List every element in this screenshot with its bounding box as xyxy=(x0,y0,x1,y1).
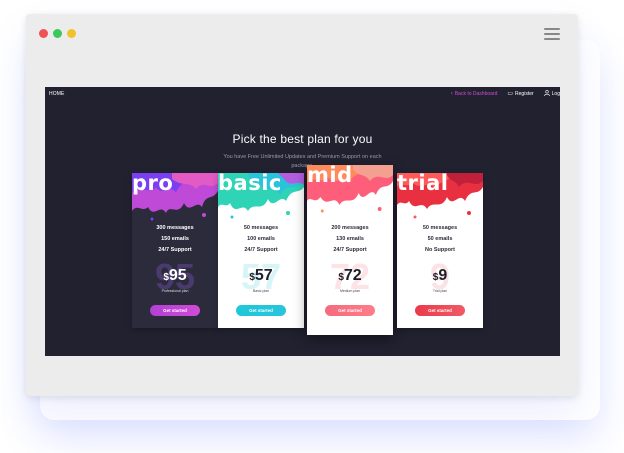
price: $57 xyxy=(218,267,304,285)
back-to-dashboard-link[interactable]: ‹ Back to Dashboard xyxy=(451,91,498,97)
feature-list: 50 messages 50 emails No Support xyxy=(397,223,483,256)
feature-list: 50 messages 100 emails 24/7 Support xyxy=(218,223,304,256)
feature-item: 24/7 Support xyxy=(158,247,192,253)
hamburger-icon[interactable] xyxy=(544,28,560,40)
feature-list: 200 messages 130 emails 24/7 Support xyxy=(307,223,393,256)
feature-item: 24/7 Support xyxy=(333,247,367,253)
plan-name: trial xyxy=(397,173,449,195)
feature-item: 100 emails xyxy=(247,236,275,242)
user-icon xyxy=(543,90,550,98)
plan-card-mid: mid 200 messages 130 emails 24/7 Support… xyxy=(307,165,393,335)
maximize-dot[interactable] xyxy=(53,29,62,38)
login-link[interactable]: Log xyxy=(543,90,560,98)
feature-item: 50 messages xyxy=(243,225,279,231)
feature-item: 130 emails xyxy=(336,236,364,242)
get-started-button[interactable]: Get started xyxy=(415,305,465,316)
page-title: Pick the best plan for you xyxy=(232,132,373,146)
plan-name: pro xyxy=(132,173,174,195)
feature-item: 200 messages xyxy=(331,225,369,231)
get-started-button[interactable]: Get started xyxy=(150,305,200,316)
get-started-button[interactable]: Get started xyxy=(236,305,286,316)
plan-label: Basic plan xyxy=(252,289,270,293)
plan-card-basic: basic 50 messages 100 emails 24/7 Suppor… xyxy=(218,173,304,328)
nav-home-link[interactable]: HOME xyxy=(49,91,64,97)
pricing-page: HOME ‹ Back to Dashboard ▭ Register Log … xyxy=(45,87,560,356)
price-value: 9 xyxy=(438,267,448,284)
feature-item: No Support xyxy=(425,247,455,253)
plan-name: basic xyxy=(218,173,282,195)
price-value: 72 xyxy=(343,267,362,284)
back-to-dashboard-label: Back to Dashboard xyxy=(454,91,498,97)
plan-card-pro: pro 300 messages 150 emails 24/7 Support… xyxy=(132,173,218,328)
feature-item: 50 emails xyxy=(427,236,453,242)
close-dot[interactable] xyxy=(39,29,48,38)
feature-item: 50 messages xyxy=(422,225,458,231)
plan-label: Medium plan xyxy=(339,289,361,293)
register-label: Register xyxy=(515,91,534,97)
chevron-left-icon: ‹ xyxy=(450,91,453,97)
window-controls xyxy=(39,29,76,38)
plan-name: mid xyxy=(307,165,353,187)
price-value: 57 xyxy=(254,267,273,284)
price: $9 xyxy=(397,267,483,285)
plan-label: Professional plan xyxy=(161,289,189,293)
feature-list: 300 messages 150 emails 24/7 Support xyxy=(132,223,218,256)
feature-item: 150 emails xyxy=(161,236,189,242)
plan-label: Trial plan xyxy=(432,289,448,293)
login-label: Log xyxy=(551,91,560,97)
feature-item: 24/7 Support xyxy=(244,247,278,253)
feature-item: 300 messages xyxy=(156,225,194,231)
price: $72 xyxy=(307,267,393,285)
register-link[interactable]: ▭ Register xyxy=(507,91,533,97)
top-nav: ‹ Back to Dashboard ▭ Register Log xyxy=(451,90,560,98)
register-icon: ▭ xyxy=(507,91,514,97)
price-value: 95 xyxy=(168,267,187,284)
minimize-dot[interactable] xyxy=(67,29,76,38)
plan-card-trial: trial 50 messages 50 emails No Support 9… xyxy=(397,173,483,328)
get-started-button[interactable]: Get started xyxy=(325,305,375,316)
price: $95 xyxy=(132,267,218,285)
